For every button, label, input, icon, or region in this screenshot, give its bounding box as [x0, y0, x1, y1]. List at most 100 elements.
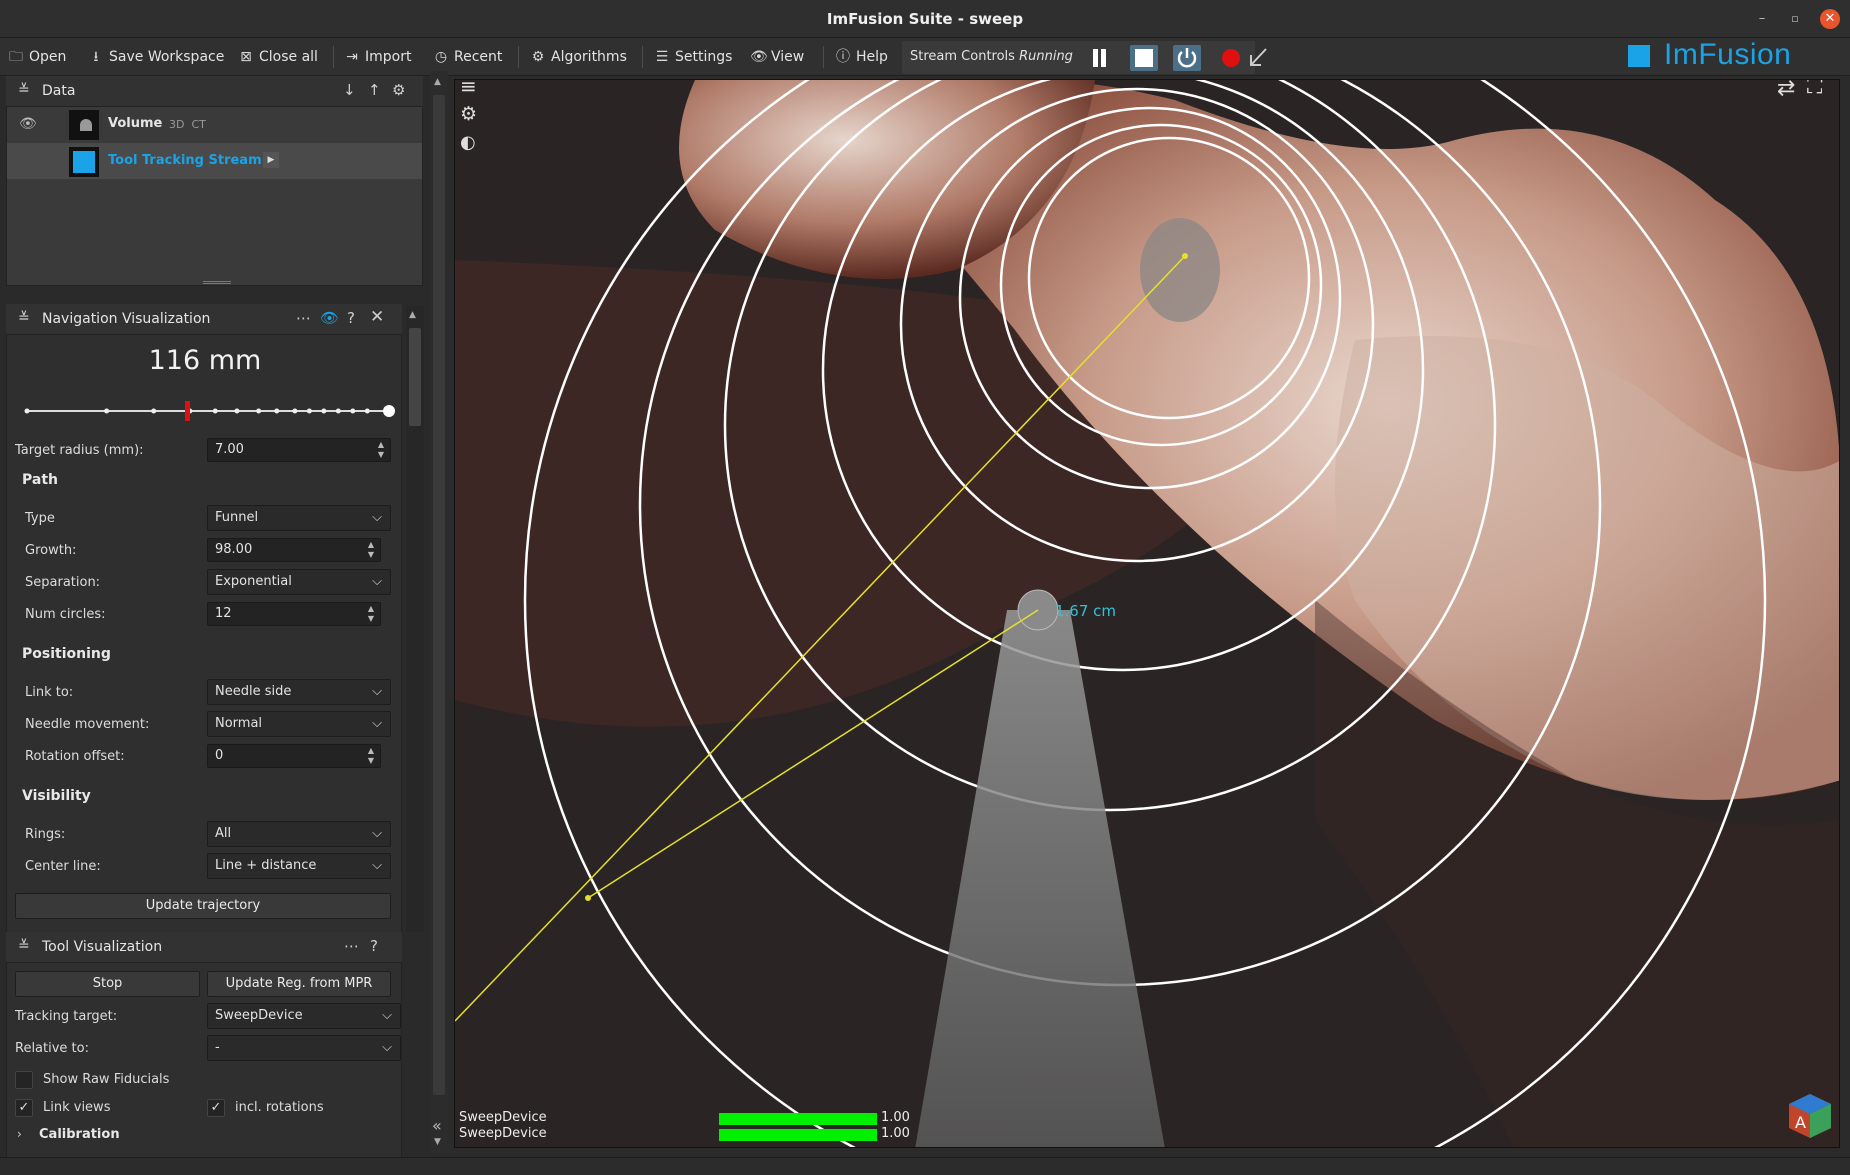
- target-radius-value: 7.00: [215, 442, 244, 457]
- more-options-icon[interactable]: ⋯: [296, 309, 311, 327]
- view-button[interactable]: 👁 View: [750, 45, 804, 69]
- data-item-tool-tracking-stream[interactable]: Tool Tracking Stream ▶: [7, 143, 422, 179]
- collapse-arrow-button[interactable]: [1244, 45, 1272, 71]
- resize-handle[interactable]: [203, 281, 231, 284]
- link-views-checkbox[interactable]: ✓: [15, 1099, 33, 1117]
- collapse-dock-icon[interactable]: «: [432, 1116, 442, 1135]
- chevron-down-icon: ⌵: [372, 826, 382, 841]
- window-title: ImFusion Suite - sweep: [826, 10, 1024, 28]
- target-radius-input[interactable]: 7.00 ▲ ▼: [207, 438, 391, 462]
- play-icon[interactable]: ▶: [263, 152, 279, 168]
- menu-icon[interactable]: ≡: [460, 80, 477, 98]
- help-button[interactable]: ⓘ Help: [835, 45, 888, 69]
- slider-tick: [24, 408, 30, 414]
- type-dropdown[interactable]: Funnel ⌵: [207, 505, 391, 531]
- collapse-chevron-icon[interactable]: ≚: [18, 938, 30, 954]
- volume-render[interactable]: 1.67 cm: [455, 80, 1840, 1148]
- stop-button[interactable]: Stop: [15, 971, 200, 997]
- update-trajectory-button[interactable]: Update trajectory: [15, 893, 391, 919]
- help-icon[interactable]: ?: [370, 937, 378, 955]
- scroll-thumb[interactable]: [433, 95, 445, 1095]
- rings-dropdown[interactable]: All ⌵: [207, 821, 391, 847]
- nav-scrollbar[interactable]: ▲: [406, 306, 424, 932]
- growth-input[interactable]: 98.00 ▲ ▼: [207, 538, 381, 562]
- svg-text:A: A: [1795, 1113, 1806, 1132]
- move-up-icon[interactable]: ↑: [368, 81, 381, 99]
- spinner-icon[interactable]: ▲ ▼: [368, 746, 374, 766]
- calibration-heading[interactable]: Calibration: [39, 1127, 120, 1142]
- num-circles-label: Num circles:: [25, 607, 106, 622]
- visibility-heading: Visibility: [22, 788, 91, 804]
- close-window-button[interactable]: ✕: [1820, 9, 1840, 29]
- separation-dropdown[interactable]: Exponential ⌵: [207, 569, 391, 595]
- maximize-icon[interactable]: ▫: [1784, 8, 1806, 30]
- swap-views-icon[interactable]: ⇄: [1777, 80, 1795, 101]
- visibility-eye-icon[interactable]: 👁: [19, 116, 37, 132]
- show-raw-fiducials-checkbox[interactable]: [15, 1071, 33, 1089]
- move-down-icon[interactable]: ↓: [343, 81, 356, 99]
- scroll-up-icon[interactable]: ▲: [409, 310, 416, 320]
- slider-tick: [212, 408, 218, 414]
- num-circles-input[interactable]: 12 ▲ ▼: [207, 602, 381, 626]
- tool-panel-header: ≚ Tool Visualization ⋯ ?: [6, 932, 402, 962]
- relative-to-dropdown[interactable]: - ⌵: [207, 1035, 401, 1061]
- power-button[interactable]: [1173, 45, 1201, 71]
- needle-movement-dropdown[interactable]: Normal ⌵: [207, 711, 391, 737]
- stream-thumbnail: [69, 147, 99, 177]
- minimize-icon[interactable]: –: [1751, 8, 1773, 30]
- diagonal-arrow-icon: [1250, 48, 1267, 66]
- import-button[interactable]: ⇥ Import: [344, 45, 411, 69]
- save-workspace-button[interactable]: ⭳ Save Workspace: [88, 45, 225, 69]
- algorithms-button[interactable]: ⚙ Algorithms: [530, 45, 627, 69]
- stop-stream-button[interactable]: [1130, 45, 1158, 71]
- dock-scrollbar[interactable]: ▲ ▼: [430, 71, 448, 1152]
- gear-icon[interactable]: ⚙: [460, 103, 477, 125]
- rings-value: All: [215, 826, 232, 841]
- more-options-icon[interactable]: ⋯: [344, 937, 359, 955]
- scroll-up-icon[interactable]: ▲: [434, 77, 441, 87]
- maximize-view-icon[interactable]: ⛶: [1807, 80, 1822, 99]
- collapse-chevron-icon[interactable]: ≚: [18, 310, 30, 326]
- tracking-target-dropdown[interactable]: SweepDevice ⌵: [207, 1003, 401, 1029]
- scroll-thumb[interactable]: [409, 328, 421, 426]
- clock-icon: ◷: [434, 49, 448, 65]
- scroll-down-icon[interactable]: ▼: [434, 1137, 441, 1147]
- pause-button[interactable]: [1086, 45, 1114, 71]
- link-to-value: Needle side: [215, 684, 292, 699]
- close-icon[interactable]: ✕: [370, 307, 384, 327]
- needle-movement-value: Normal: [215, 716, 263, 731]
- spinner-icon[interactable]: ▲ ▼: [368, 604, 374, 624]
- chevron-down-icon: ⌵: [372, 684, 382, 699]
- gear-icon[interactable]: ⚙: [392, 81, 405, 99]
- help-icon[interactable]: ?: [347, 309, 355, 327]
- tracking-device-name: SweepDevice: [459, 1110, 547, 1125]
- spinner-icon[interactable]: ▲ ▼: [378, 440, 384, 460]
- link-to-dropdown[interactable]: Needle side ⌵: [207, 679, 391, 705]
- incl-rotations-checkbox[interactable]: ✓: [207, 1099, 225, 1117]
- orientation-cube-icon[interactable]: A: [1785, 1090, 1835, 1140]
- title-bar: ImFusion Suite - sweep – ▫ ✕: [0, 0, 1850, 38]
- brightness-icon[interactable]: ◐: [460, 132, 476, 153]
- expand-chevron-icon[interactable]: ›: [17, 1127, 22, 1141]
- data-item-volume[interactable]: 👁 Volume 3D CT: [7, 107, 422, 143]
- chevron-down-icon: ⌵: [372, 574, 382, 589]
- eye-icon[interactable]: 👁: [320, 309, 339, 327]
- settings-button[interactable]: ☰ Settings: [654, 45, 733, 69]
- tracking-target-label: Tracking target:: [15, 1009, 118, 1024]
- record-button[interactable]: [1217, 45, 1245, 71]
- spinner-icon[interactable]: ▲ ▼: [368, 540, 374, 560]
- update-reg-button[interactable]: Update Reg. from MPR: [207, 971, 391, 997]
- rotation-offset-input[interactable]: 0 ▲ ▼: [207, 744, 381, 768]
- open-button[interactable]: 🗀 Open: [8, 45, 66, 69]
- collapse-chevron-icon[interactable]: ≚: [18, 82, 30, 98]
- center-line-dropdown[interactable]: Line + distance ⌵: [207, 853, 391, 879]
- recent-button[interactable]: ◷ Recent: [433, 45, 503, 69]
- volume-name: Volume: [108, 116, 163, 131]
- close-all-button[interactable]: ⊠ Close all: [238, 45, 318, 69]
- distance-slider[interactable]: [17, 399, 397, 423]
- toolbar-divider: [823, 46, 824, 68]
- left-dock: ≚ Data ↓ ↑ ⚙ 👁 Volume 3D CT Tool Trackin…: [0, 71, 448, 1175]
- separation-value: Exponential: [215, 574, 292, 589]
- 3d-viewport[interactable]: 1.67 cm ≡ ⚙ ◐ ⇄ ⛶ SweepDevice 1.00 Sweep…: [454, 79, 1840, 1148]
- slider-tick: [306, 408, 312, 414]
